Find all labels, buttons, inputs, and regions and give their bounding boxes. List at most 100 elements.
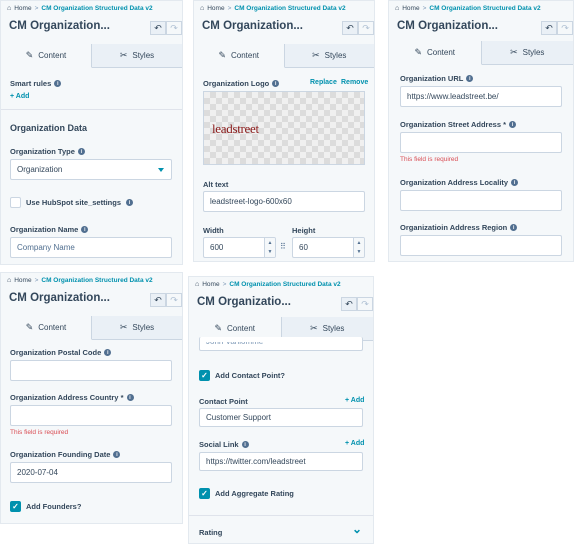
- tab-styles-label: Styles: [322, 324, 345, 333]
- url-input[interactable]: https://www.leadstreet.be/: [400, 86, 562, 107]
- region-input[interactable]: [400, 235, 562, 256]
- tab-styles[interactable]: ✂ Styles: [482, 41, 574, 64]
- breadcrumb-home[interactable]: Home: [14, 5, 31, 12]
- info-icon[interactable]: i: [272, 80, 280, 87]
- info-icon[interactable]: i: [466, 75, 474, 82]
- breadcrumb-home[interactable]: Home: [402, 5, 419, 12]
- info-icon[interactable]: i: [241, 441, 249, 448]
- contact-point-item[interactable]: Customer Support: [199, 408, 363, 427]
- breadcrumb-separator: >: [222, 281, 227, 288]
- stepper-up-icon[interactable]: ▲: [357, 240, 362, 246]
- home-icon[interactable]: ⌂: [195, 281, 199, 288]
- redo-icon[interactable]: ↷: [166, 21, 182, 35]
- use-hubspot-checkbox[interactable]: Use HubSpot site_settings i: [10, 197, 134, 208]
- street-input[interactable]: [400, 132, 562, 153]
- redo-icon[interactable]: ↷: [357, 297, 373, 311]
- checkbox-checked[interactable]: ✓: [199, 488, 210, 499]
- breadcrumb-module[interactable]: CM Organization Structured Data v2: [41, 277, 152, 284]
- stepper-up-icon[interactable]: ▲: [268, 240, 273, 246]
- breadcrumb-module[interactable]: CM Organization Structured Data v2: [429, 5, 540, 12]
- width-stepper[interactable]: ▲ ▼: [264, 238, 275, 257]
- styles-icon: ✂: [510, 47, 518, 57]
- tab-content[interactable]: ✎ Content: [389, 41, 482, 65]
- postal-input[interactable]: [10, 360, 172, 381]
- info-icon[interactable]: i: [509, 121, 516, 128]
- info-icon[interactable]: i: [510, 224, 518, 231]
- redo-icon[interactable]: ↷: [557, 21, 573, 35]
- remove-link[interactable]: Remove: [341, 79, 368, 86]
- home-icon[interactable]: ⌂: [395, 5, 399, 12]
- tab-styles[interactable]: ✂ Styles: [92, 44, 182, 67]
- info-icon[interactable]: i: [511, 179, 519, 186]
- info-icon[interactable]: i: [113, 451, 121, 458]
- smart-rules-text: Smart rules: [10, 79, 52, 88]
- add-founders-checkbox[interactable]: ✓ Add Founders?: [10, 501, 81, 512]
- info-icon[interactable]: i: [126, 394, 134, 401]
- locality-input[interactable]: [400, 190, 562, 211]
- replace-link[interactable]: Replace: [310, 79, 337, 86]
- redo-icon[interactable]: ↷: [166, 293, 182, 307]
- breadcrumb-module[interactable]: CM Organization Structured Data v2: [229, 281, 340, 288]
- home-icon[interactable]: ⌂: [7, 277, 11, 284]
- height-stepper[interactable]: ▲ ▼: [353, 238, 364, 257]
- info-icon[interactable]: i: [104, 349, 112, 356]
- alt-text-input[interactable]: leadstreet-logo-600x60: [203, 191, 365, 212]
- height-input[interactable]: 60 ▲ ▼: [292, 237, 365, 258]
- social-link-item[interactable]: https://twitter.com/leadstreet: [199, 452, 363, 471]
- tab-styles[interactable]: ✂ Styles: [285, 44, 375, 67]
- height-label: Height: [292, 226, 315, 235]
- tab-styles[interactable]: ✂ Styles: [92, 316, 182, 339]
- home-icon[interactable]: ⌂: [200, 5, 204, 12]
- checkbox-checked[interactable]: ✓: [10, 501, 21, 512]
- add-social-link-button[interactable]: + Add: [345, 440, 364, 447]
- info-icon[interactable]: i: [126, 199, 134, 206]
- undo-icon[interactable]: ↶: [342, 21, 358, 35]
- tab-content[interactable]: ✎ Content: [1, 44, 92, 68]
- org-type-select[interactable]: Organization: [10, 159, 172, 180]
- breadcrumb-home[interactable]: Home: [207, 5, 224, 12]
- tab-content[interactable]: ✎ Content: [1, 316, 92, 340]
- checkbox-box[interactable]: [10, 197, 21, 208]
- breadcrumb-home[interactable]: Home: [202, 281, 219, 288]
- page-title: CM Organization...: [202, 20, 303, 32]
- add-smart-rule-button[interactable]: + Add: [10, 93, 29, 100]
- width-input[interactable]: 600 ▲ ▼: [203, 237, 276, 258]
- add-contact-point-button[interactable]: + Add: [345, 397, 364, 404]
- chevron-down-icon[interactable]: ⌄: [352, 522, 362, 536]
- info-icon[interactable]: i: [81, 226, 89, 233]
- info-icon[interactable]: i: [54, 80, 62, 87]
- founding-date-input[interactable]: 2020-07-04: [10, 462, 172, 483]
- org-name-text: Organization Name: [10, 225, 79, 234]
- country-input[interactable]: [10, 405, 172, 426]
- pencil-icon: ✎: [414, 47, 422, 57]
- breadcrumb-home[interactable]: Home: [14, 277, 31, 284]
- clipped-founder-input[interactable]: John Vanlomme: [199, 337, 363, 351]
- logo-preview[interactable]: leadstreet: [203, 91, 365, 165]
- redo-icon[interactable]: ↷: [358, 21, 374, 35]
- org-type-label: Organization Type i: [10, 147, 85, 156]
- breadcrumb-module[interactable]: CM Organization Structured Data v2: [234, 5, 345, 12]
- stepper-down-icon[interactable]: ▼: [357, 249, 362, 255]
- divider: [189, 515, 373, 516]
- undo-redo-group: ↶ ↷: [541, 21, 573, 35]
- add-rating-checkbox[interactable]: ✓ Add Aggregate Rating: [199, 488, 294, 499]
- tab-content[interactable]: ✎ Content: [194, 44, 285, 68]
- undo-icon[interactable]: ↶: [150, 21, 166, 35]
- stepper-down-icon[interactable]: ▼: [268, 249, 273, 255]
- undo-icon[interactable]: ↶: [541, 21, 557, 35]
- tab-content-label: Content: [427, 48, 456, 57]
- add-contact-checkbox[interactable]: ✓ Add Contact Point?: [199, 370, 285, 381]
- rating-section-header[interactable]: Rating: [199, 528, 222, 537]
- panel-organization-logo: ⌂ Home > CM Organization Structured Data…: [193, 0, 375, 262]
- undo-icon[interactable]: ↶: [150, 293, 166, 307]
- home-icon[interactable]: ⌂: [7, 5, 11, 12]
- undo-icon[interactable]: ↶: [341, 297, 357, 311]
- breadcrumb-module[interactable]: CM Organization Structured Data v2: [41, 5, 152, 12]
- tab-content-label: Content: [38, 51, 67, 60]
- info-icon[interactable]: i: [77, 148, 85, 155]
- locality-label: Organization Address Locality i: [400, 178, 519, 187]
- panel-contact-social: ⌂ Home > CM Organization Structured Data…: [188, 276, 374, 544]
- aspect-lock-icon[interactable]: ⠿: [280, 242, 286, 251]
- checkbox-checked[interactable]: ✓: [199, 370, 210, 381]
- org-name-input[interactable]: Company Name: [10, 237, 172, 258]
